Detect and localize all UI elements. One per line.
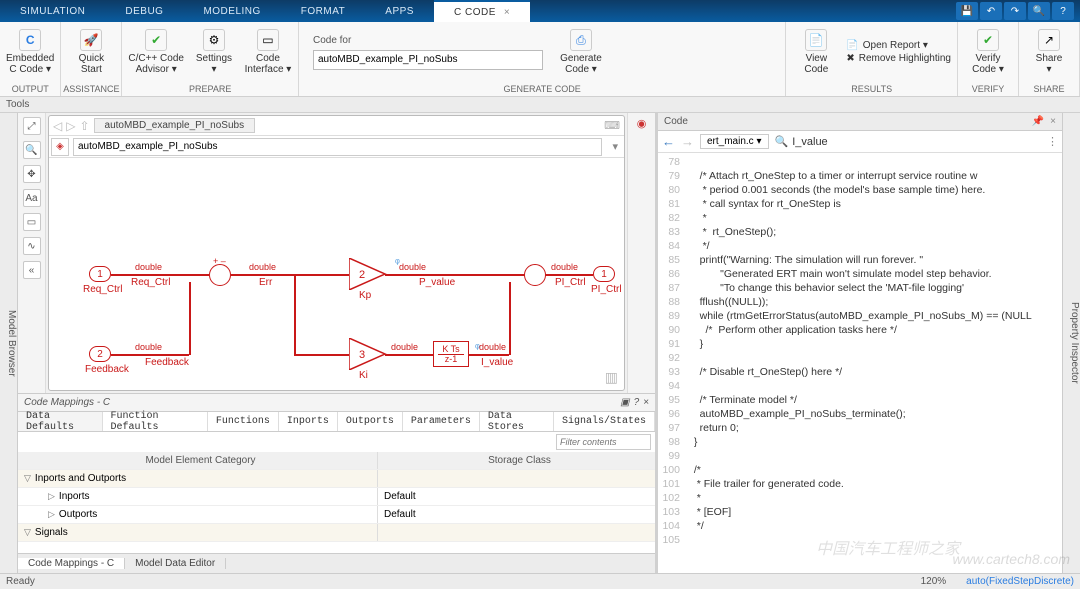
sum-block-1[interactable] — [209, 264, 231, 286]
code-for-input[interactable] — [313, 50, 543, 70]
close-icon[interactable]: × — [1050, 116, 1056, 127]
gain-ki[interactable]: 3 — [349, 338, 387, 370]
dropdown-icon[interactable]: ▾ — [606, 140, 624, 153]
status-zoom[interactable]: 120% — [921, 576, 947, 587]
status-ready: Ready — [6, 576, 35, 587]
nav-back-icon[interactable]: ◁ — [53, 119, 62, 133]
open-report-button[interactable]: 📄 Open Report ▾ — [846, 40, 951, 51]
model-icon: ◈ — [51, 138, 69, 156]
nav-fwd-icon[interactable]: ▷ — [66, 119, 75, 133]
resize-icon: ▥ — [605, 369, 618, 386]
settings-button[interactable]: ⚙Settings▾ — [190, 29, 238, 75]
code-editor[interactable]: 7879 /* Attach rt_OneStep to a timer or … — [658, 153, 1062, 573]
svg-text:2: 2 — [359, 269, 365, 281]
discrete-integrator[interactable]: K Tsz-1 — [433, 341, 469, 367]
maptab-data-defaults[interactable]: Data Defaults — [18, 412, 103, 431]
tab-simulation[interactable]: SIMULATION — [0, 0, 105, 22]
foot-tab-mappings[interactable]: Code Mappings - C — [18, 558, 125, 569]
table-row[interactable]: ▽Signals — [18, 524, 655, 542]
gain-kp[interactable]: 2 — [349, 258, 387, 290]
inport-2[interactable]: 2 — [89, 346, 111, 362]
quick-start-button[interactable]: 🚀QuickStart — [67, 29, 115, 75]
view-code-button[interactable]: 📄ViewCode — [792, 29, 840, 75]
code-mappings-panel: Code Mappings - C ▣?× Data Defaults Func… — [18, 393, 655, 573]
generate-code-button[interactable]: ⎙GenerateCode ▾ — [557, 29, 605, 75]
tab-debug[interactable]: DEBUG — [105, 0, 183, 22]
table-row[interactable]: ▽Inports and Outports — [18, 470, 655, 488]
sum-block-2[interactable] — [524, 264, 546, 286]
help-icon[interactable]: ? — [634, 397, 640, 408]
canvas-toolbar: ⤢ 🔍 ✥ Aa ▭ ∿ « — [18, 113, 46, 393]
code-pane-title: Code — [664, 116, 688, 127]
embedded-c-button[interactable]: CEmbeddedC Code ▾ — [6, 29, 54, 75]
breadcrumb[interactable]: autoMBD_example_PI_noSubs — [94, 118, 256, 133]
table-row[interactable]: ▷OutportsDefault — [18, 506, 655, 524]
record-icon[interactable]: ◉ — [637, 117, 647, 130]
tools-row: Tools — [0, 97, 1080, 113]
filter-input[interactable] — [556, 434, 651, 450]
tab-format[interactable]: FORMAT — [281, 0, 365, 22]
outport-1[interactable]: 1 — [593, 266, 615, 282]
close-icon[interactable]: × — [643, 397, 649, 408]
maptab-inports[interactable]: Inports — [279, 412, 338, 431]
tab-apps[interactable]: APPS — [365, 0, 434, 22]
inport-2-label: Feedback — [85, 364, 129, 375]
maptab-parameters[interactable]: Parameters — [403, 412, 480, 431]
redo-icon[interactable]: ↷ — [1004, 2, 1026, 20]
table-row[interactable]: ▷InportsDefault — [18, 488, 655, 506]
maptab-outports[interactable]: Outports — [338, 412, 403, 431]
signal-log-icon[interactable]: ᵠ — [395, 257, 400, 269]
file-selector[interactable]: ert_main.c ▾ — [700, 134, 769, 149]
zoom-fit-icon[interactable]: ⤢ — [23, 117, 41, 135]
tab-modeling[interactable]: MODELING — [183, 0, 280, 22]
status-solver[interactable]: auto(FixedStepDiscrete) — [966, 576, 1074, 587]
maptab-functions[interactable]: Functions — [208, 412, 279, 431]
inport-1[interactable]: 1 — [89, 266, 111, 282]
mappings-title: Code Mappings - C — [24, 397, 110, 408]
collapse-icon[interactable]: « — [23, 261, 41, 279]
simulink-canvas[interactable]: 1 Req_Ctrl double Req_Ctrl 2 Feedback do… — [49, 158, 624, 390]
status-bar: Ready 120% auto(FixedStepDiscrete) — [0, 573, 1080, 589]
tab-c-code[interactable]: C CODE× — [434, 0, 530, 22]
address-input[interactable] — [73, 138, 602, 156]
signal-log-icon[interactable]: ᵠ — [475, 342, 480, 354]
save-icon[interactable]: 💾 — [956, 2, 978, 20]
ribbon: CEmbeddedC Code ▾ OUTPUT 🚀QuickStart ASS… — [0, 22, 1080, 97]
maximize-icon[interactable]: ▣ — [620, 397, 629, 408]
more-icon[interactable]: ⋮ — [1047, 135, 1058, 148]
main-menubar: SIMULATION DEBUG MODELING FORMAT APPS C … — [0, 0, 1080, 22]
image-icon[interactable]: ▭ — [23, 213, 41, 231]
maptab-data-stores[interactable]: Data Stores — [480, 412, 554, 431]
keyboard-icon[interactable]: ⌨ — [604, 119, 620, 132]
signal-icon[interactable]: ∿ — [23, 237, 41, 255]
search-icon: 🔍 — [775, 135, 789, 148]
maptab-signals[interactable]: Signals/States — [554, 412, 655, 431]
pan-icon[interactable]: ✥ — [23, 165, 41, 183]
nav-up-icon[interactable]: ⇧ — [79, 119, 89, 133]
code-advisor-button[interactable]: ✔C/C++ CodeAdvisor ▾ — [128, 29, 184, 75]
code-for-label: Code for — [313, 35, 543, 46]
remove-highlighting-button[interactable]: ✖ Remove Highlighting — [846, 53, 951, 64]
undo-icon[interactable]: ↶ — [980, 2, 1002, 20]
property-inspector-tab[interactable]: Property Inspector — [1062, 113, 1080, 573]
nav-fwd-icon[interactable]: → — [681, 134, 694, 149]
svg-text:3: 3 — [359, 349, 365, 361]
code-interface-button[interactable]: ▭CodeInterface ▾ — [244, 29, 292, 75]
share-button[interactable]: ↗Share▾ — [1025, 29, 1073, 75]
nav-back-icon[interactable]: ← — [662, 134, 675, 149]
help-icon[interactable]: ? — [1052, 2, 1074, 20]
verify-code-button[interactable]: ✔VerifyCode ▾ — [964, 29, 1012, 75]
close-icon[interactable]: × — [504, 7, 510, 18]
zoom-icon[interactable]: 🔍 — [23, 141, 41, 159]
maptab-function-defaults[interactable]: Function Defaults — [103, 412, 208, 431]
annotate-icon[interactable]: Aa — [23, 189, 41, 207]
inport-1-label: Req_Ctrl — [83, 284, 122, 295]
code-search-input[interactable] — [792, 136, 1041, 148]
search-icon[interactable]: 🔍 — [1028, 2, 1050, 20]
model-browser-tab[interactable]: Model Browser — [0, 113, 18, 573]
foot-tab-mde[interactable]: Model Data Editor — [125, 558, 226, 569]
pin-icon[interactable]: 📌 — [1032, 116, 1044, 127]
